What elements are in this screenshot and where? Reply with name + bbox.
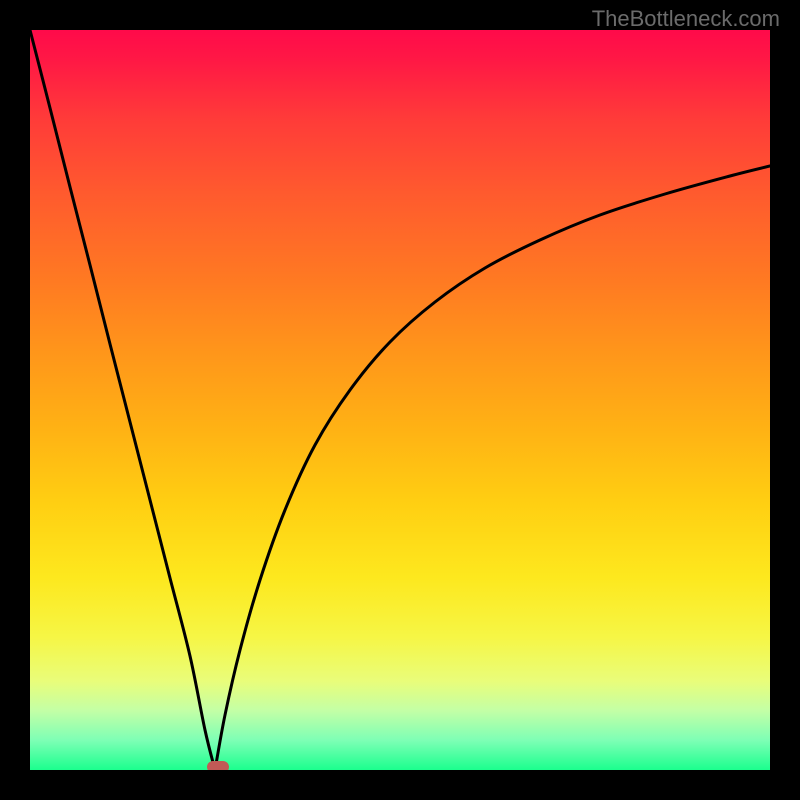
curve-right-branch <box>215 166 770 770</box>
curve-left-branch <box>30 30 215 770</box>
watermark-text: TheBottleneck.com <box>592 6 780 32</box>
vertex-marker <box>207 761 229 770</box>
bottleneck-curve <box>30 30 770 770</box>
plot-area <box>30 30 770 770</box>
